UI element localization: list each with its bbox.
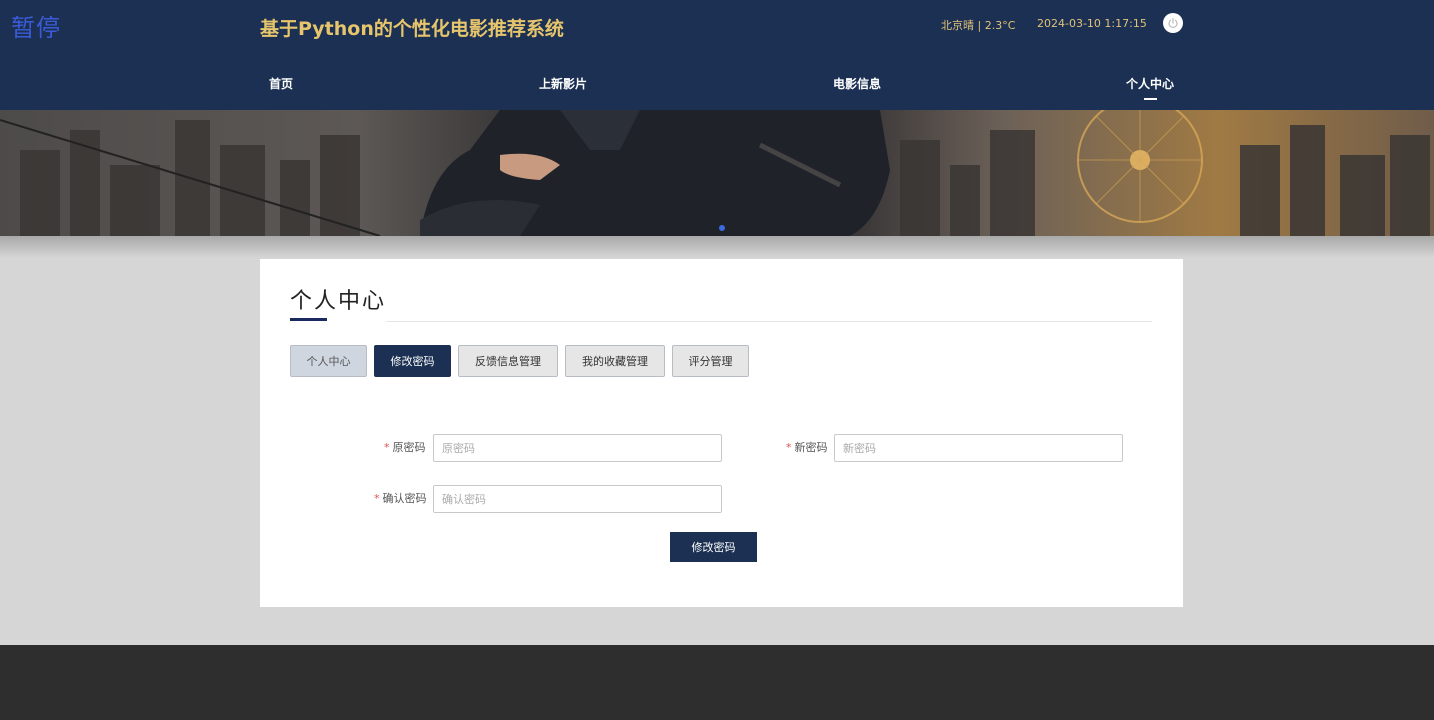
confirm-password-label-text: 确认密码	[382, 492, 427, 505]
required-mark: *	[384, 441, 390, 454]
nav-item-home[interactable]: 首页	[269, 75, 293, 92]
tab-favorites[interactable]: 我的收藏管理	[565, 345, 665, 377]
header: 基于Python的个性化电影推荐系统 北京晴 | 2.3°C 2024-03-1…	[0, 0, 1434, 56]
title-divider	[386, 321, 1152, 322]
nav-item-personal-center[interactable]: 个人中心	[1126, 75, 1174, 92]
change-password-button[interactable]: 修改密码	[670, 532, 757, 562]
confirm-password-label: * 确认密码	[374, 490, 427, 506]
paused-label: 暂停	[11, 14, 61, 42]
old-password-input[interactable]	[433, 434, 722, 462]
nav-active-indicator	[1144, 98, 1157, 100]
nav-item-movie-info[interactable]: 电影信息	[833, 75, 881, 92]
required-mark: *	[786, 441, 792, 454]
confirm-password-input[interactable]	[433, 485, 722, 513]
old-password-label: * 原密码	[384, 439, 426, 455]
site-title: 基于Python的个性化电影推荐系统	[260, 18, 564, 40]
power-icon[interactable]	[1163, 13, 1183, 33]
tab-ratings[interactable]: 评分管理	[672, 345, 749, 377]
page-title: 个人中心	[290, 289, 387, 314]
tab-change-password[interactable]: 修改密码	[374, 345, 451, 377]
old-password-label-text: 原密码	[392, 441, 426, 454]
weather-text: 北京晴 | 2.3°C	[941, 19, 1016, 32]
content-card: 个人中心 个人中心 修改密码 反馈信息管理 我的收藏管理 评分管理 * 原密码 *…	[260, 259, 1183, 607]
title-accent-bar	[290, 318, 327, 321]
required-mark: *	[374, 492, 380, 505]
tab-feedback[interactable]: 反馈信息管理	[458, 345, 558, 377]
footer	[0, 645, 1434, 720]
new-password-label: * 新密码	[786, 439, 828, 455]
datetime-text: 2024-03-10 1:17:15	[1037, 17, 1147, 30]
new-password-input[interactable]	[834, 434, 1123, 462]
carousel-dot[interactable]	[719, 225, 725, 231]
power-glyph-icon	[1168, 17, 1178, 28]
banner-image	[0, 110, 1434, 236]
banner-shadow	[0, 236, 1434, 258]
nav-item-new-movies[interactable]: 上新影片	[539, 75, 587, 92]
new-password-label-text: 新密码	[794, 441, 828, 454]
tab-personal-center[interactable]: 个人中心	[290, 345, 367, 377]
main-nav: 首页 上新影片 电影信息 个人中心	[0, 56, 1434, 110]
banner-artwork	[0, 110, 1430, 236]
